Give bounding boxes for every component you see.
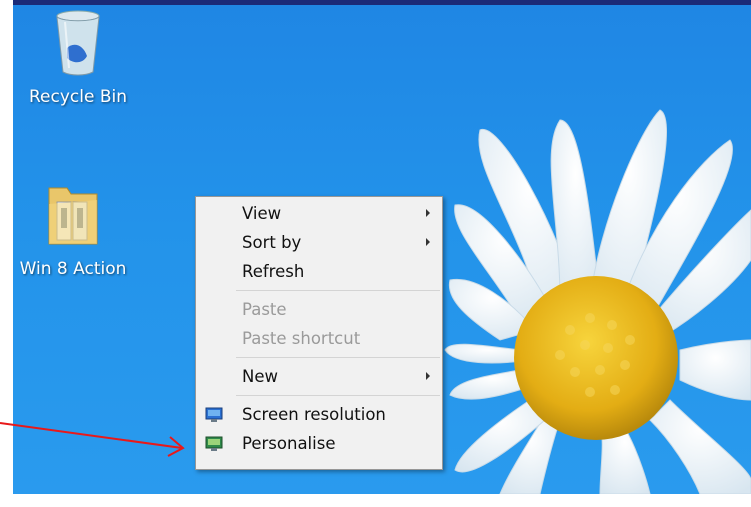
desktop[interactable]: Recycle Bin Win 8 Action View Sort by Re… — [0, 0, 751, 507]
annotation-arrow — [0, 422, 185, 457]
